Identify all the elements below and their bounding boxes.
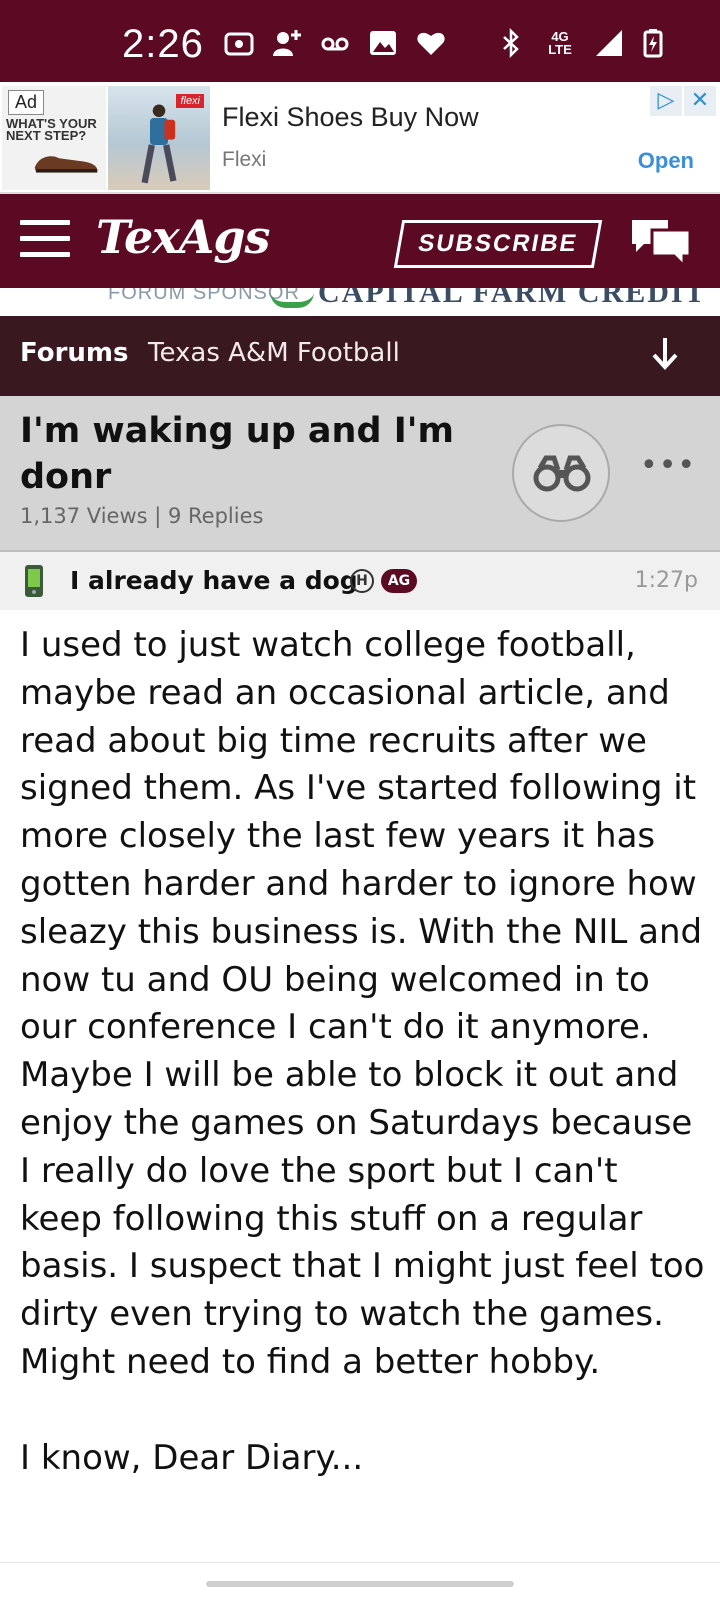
navigation-bar — [0, 1562, 720, 1600]
breadcrumb-forums[interactable]: Forums — [20, 338, 128, 368]
sponsor-logo-icon — [270, 292, 314, 308]
battery-charging-icon — [643, 29, 663, 58]
ad-label: Ad — [8, 90, 45, 115]
badge-h: H — [350, 569, 374, 593]
signal-icon — [596, 30, 622, 56]
subscribe-button[interactable]: SUBSCRIBE — [393, 220, 603, 268]
close-icon[interactable]: ✕ — [684, 86, 716, 116]
shoe-icon — [34, 156, 98, 173]
badge-ag: AG — [381, 569, 417, 593]
ad-open-button[interactable]: Open — [638, 148, 694, 174]
status-time: 2:26 — [122, 22, 204, 66]
ad-image-hiker[interactable]: flexi — [108, 86, 210, 190]
mobile-device-icon — [25, 565, 43, 597]
thread-title: I'm waking up and I'm donr — [20, 411, 454, 497]
sponsor-name: CAPITAL FARM CREDIT — [318, 288, 707, 309]
voicemail-icon — [321, 37, 349, 51]
notification-icons — [224, 28, 446, 58]
ad-choices-icon[interactable]: ▷ — [650, 86, 682, 116]
post-signoff: I know, Dear Diary... — [20, 1437, 364, 1478]
app-header: TexAgs SUBSCRIBE — [0, 194, 720, 288]
ad-advertiser: Flexi — [222, 148, 267, 171]
hiker-figure — [141, 104, 177, 184]
site-logo[interactable]: TexAgs — [96, 210, 270, 264]
breadcrumb-board[interactable]: Texas A&M Football — [148, 338, 400, 368]
menu-icon[interactable] — [20, 220, 70, 258]
image-icon — [370, 31, 396, 55]
ad-slogan: WHAT'S YOUR NEXT STEP? — [6, 116, 97, 143]
arrow-down-icon[interactable] — [650, 336, 680, 372]
thread-stats: 1,137 Views | 9 Replies — [20, 504, 264, 528]
more-options-icon[interactable]: ••• — [640, 451, 695, 486]
ad-title[interactable]: Flexi Shoes Buy Now — [222, 102, 479, 133]
add-contact-icon — [273, 30, 301, 56]
binoculars-icon — [533, 455, 591, 492]
home-gesture-handle[interactable] — [206, 1581, 514, 1587]
post-text: I used to just watch college football, m… — [20, 625, 705, 1382]
thread-header: I'm waking up and I'm donr 1,137 Views |… — [0, 396, 720, 552]
post-header: I already have a dog H AG 1:27p — [0, 552, 720, 610]
radio-icon — [224, 32, 254, 56]
post-author[interactable]: I already have a dog — [70, 566, 358, 595]
forum-sponsor[interactable]: FORUM SPONSOR CAPITAL FARM CREDIT — [0, 288, 720, 316]
watch-thread-button[interactable] — [512, 424, 610, 522]
network-type: 4G LTE — [548, 29, 572, 57]
heart-icon — [417, 32, 445, 55]
bluetooth-icon — [503, 28, 519, 58]
status-bar: 2:26 4G LTE — [0, 0, 720, 82]
breadcrumb: Forums Texas A&M Football — [0, 316, 720, 396]
post-body: I used to just watch college football, m… — [20, 622, 710, 1482]
chat-icon[interactable] — [628, 216, 694, 268]
system-icons: 4G LTE — [496, 28, 668, 58]
ad-choices[interactable]: ▷ ✕ — [650, 86, 716, 116]
post-time: 1:27p — [634, 568, 698, 593]
ad-banner[interactable]: WHAT'S YOUR NEXT STEP? Ad flexi Flexi Sh… — [0, 82, 720, 194]
